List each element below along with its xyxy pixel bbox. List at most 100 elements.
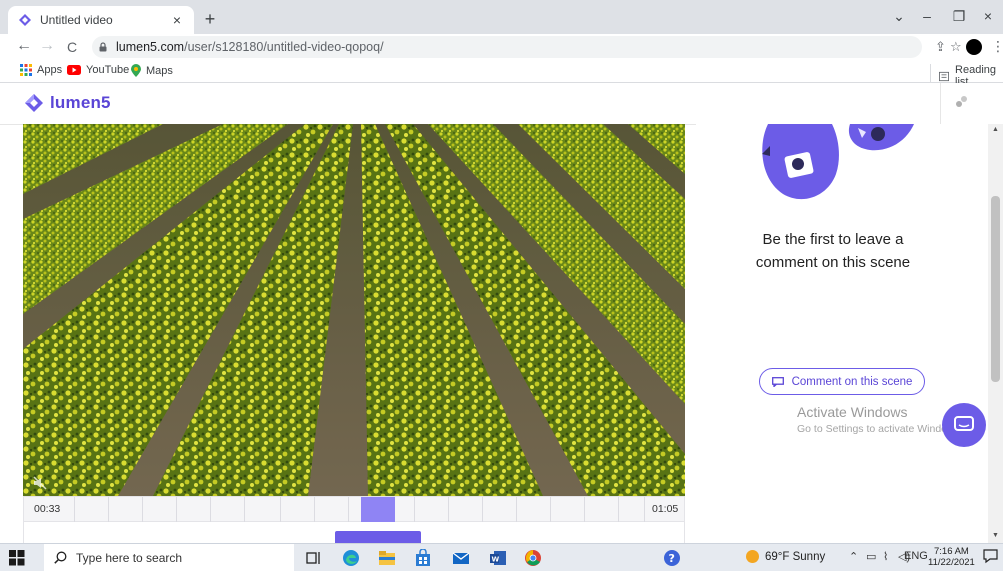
flower-field-image bbox=[23, 124, 685, 496]
clock-date: 11/22/2021 bbox=[928, 557, 975, 568]
minimize-button[interactable]: – bbox=[917, 8, 937, 24]
timeline-tick bbox=[280, 497, 281, 523]
forward-button[interactable]: → bbox=[37, 37, 57, 55]
search-icon bbox=[54, 551, 67, 564]
reading-list-icon bbox=[939, 71, 950, 81]
bookmark-apps[interactable]: Apps bbox=[20, 64, 62, 76]
restore-button[interactable]: ❐ bbox=[949, 8, 969, 25]
mute-icon[interactable] bbox=[33, 476, 47, 490]
timeline-tick bbox=[618, 497, 619, 523]
logo-wordmark: lumen5 bbox=[50, 93, 111, 112]
comment-bubbles-illustration bbox=[762, 124, 914, 200]
language-indicator[interactable]: ENG bbox=[904, 550, 928, 562]
header-divider bbox=[940, 83, 941, 124]
url-path: /user/s128180/untitled-video-qopoq/ bbox=[184, 40, 384, 54]
lock-icon bbox=[99, 42, 107, 52]
collaborators-icon[interactable] bbox=[954, 94, 970, 110]
maps-icon bbox=[131, 64, 141, 77]
apps-grid-icon bbox=[20, 64, 32, 76]
timeline-tick bbox=[142, 497, 143, 523]
timeline-current-scene[interactable] bbox=[361, 497, 395, 523]
timeline-scene-handle[interactable] bbox=[335, 531, 421, 543]
network-icon[interactable]: ⌇ bbox=[883, 550, 888, 563]
share-icon[interactable]: ⇪ bbox=[935, 39, 946, 55]
comment-icon bbox=[771, 376, 784, 387]
new-tab-button[interactable]: + bbox=[200, 9, 220, 30]
windows-taskbar: Type here to search W ? 69°F Sunny ⌃ ▭ ⌇… bbox=[0, 543, 1003, 571]
watermark-line2: Go to Settings to activate Windows. bbox=[797, 423, 963, 435]
reload-button[interactable]: C bbox=[62, 39, 82, 55]
browser-tab[interactable]: Untitled video × bbox=[8, 6, 194, 34]
empty-comments-line1: Be the first to leave a bbox=[762, 231, 904, 248]
scroll-up-arrow-icon[interactable]: ▲ bbox=[991, 126, 1000, 133]
bookmark-maps[interactable]: Maps bbox=[131, 64, 173, 77]
comment-on-scene-button[interactable]: Comment on this scene bbox=[759, 368, 925, 395]
windows-start-icon[interactable] bbox=[9, 550, 25, 566]
bookmark-star-icon[interactable]: ☆ bbox=[950, 39, 962, 55]
address-bar-row: ← → C lumen5.com/user/s128180/untitled-v… bbox=[0, 34, 1003, 60]
empty-comments-line2: comment on this scene bbox=[755, 254, 911, 271]
empty-comments-message: Be the first to leave a comment on this … bbox=[696, 228, 970, 274]
svg-text:W: W bbox=[492, 556, 500, 564]
back-button[interactable]: ← bbox=[14, 37, 34, 55]
browser-tab-strip: Untitled video × + ⌄ – ❐ × bbox=[0, 0, 1003, 34]
bookmark-label: YouTube bbox=[86, 64, 130, 76]
timeline-start-time: 00:33 bbox=[34, 503, 61, 515]
scene-timeline[interactable]: 00:33 01:05 bbox=[23, 496, 685, 523]
scroll-thumb[interactable] bbox=[991, 196, 1000, 382]
weather-widget[interactable]: 69°F Sunny bbox=[746, 550, 825, 563]
word-icon[interactable]: W bbox=[489, 549, 507, 567]
microsoft-store-icon[interactable] bbox=[414, 549, 432, 567]
lumen5-favicon-icon bbox=[19, 14, 31, 26]
timeline-tick bbox=[108, 497, 109, 523]
weather-text: 69°F Sunny bbox=[765, 550, 826, 563]
activate-windows-watermark: Activate Windows Go to Settings to activ… bbox=[797, 404, 963, 435]
taskbar-clock[interactable]: 7:16 AM 11/22/2021 bbox=[928, 546, 975, 568]
timeline-tick bbox=[414, 497, 415, 523]
mail-icon[interactable] bbox=[452, 549, 470, 567]
timeline-end-time: 01:05 bbox=[652, 503, 679, 515]
bookmarks-bar: Apps YouTube Maps Reading list bbox=[0, 60, 1003, 88]
show-hidden-icons-icon[interactable]: ⌃ bbox=[849, 550, 858, 563]
chat-support-button[interactable] bbox=[942, 403, 986, 447]
edge-browser-icon[interactable] bbox=[342, 549, 360, 567]
svg-text:?: ? bbox=[669, 552, 675, 565]
timeline-tick bbox=[584, 497, 585, 523]
weather-sun-icon bbox=[746, 550, 759, 563]
app-header: lumen5 bbox=[0, 83, 1003, 125]
search-placeholder: Type here to search bbox=[76, 550, 183, 565]
scroll-down-arrow-icon[interactable]: ▼ bbox=[991, 532, 1000, 539]
lumen5-logo-icon bbox=[25, 94, 43, 112]
timeline-tick bbox=[244, 497, 245, 523]
clock-time: 7:16 AM bbox=[933, 546, 969, 557]
lumen5-logo[interactable]: lumen5 bbox=[24, 93, 111, 113]
file-explorer-icon[interactable] bbox=[378, 549, 396, 567]
bookmark-label: Apps bbox=[37, 64, 63, 76]
video-preview[interactable] bbox=[23, 124, 685, 496]
chrome-icon[interactable] bbox=[524, 549, 542, 567]
help-icon[interactable]: ? bbox=[663, 549, 681, 567]
bookmark-youtube[interactable]: YouTube bbox=[67, 64, 129, 76]
youtube-icon bbox=[67, 65, 81, 75]
timeline-tick bbox=[550, 497, 551, 523]
taskbar-search-box[interactable]: Type here to search bbox=[44, 544, 294, 571]
comments-panel: Be the first to leave a comment on this … bbox=[696, 124, 988, 543]
timeline-tick bbox=[448, 497, 449, 523]
tab-search-dropdown-icon[interactable]: ⌄ bbox=[889, 8, 909, 25]
timeline-tick bbox=[348, 497, 349, 523]
page-scrollbar[interactable]: ▲ ▼ bbox=[988, 124, 1003, 543]
tab-close-icon[interactable]: × bbox=[168, 12, 186, 28]
notifications-icon[interactable] bbox=[983, 549, 998, 564]
url-omnibox[interactable]: lumen5.com/user/s128180/untitled-video-q… bbox=[92, 36, 922, 58]
browser-menu-icon[interactable]: ⋮ bbox=[991, 38, 1003, 55]
chat-icon bbox=[954, 416, 974, 431]
url-text: lumen5.com/user/s128180/untitled-video-q… bbox=[116, 40, 384, 54]
timeline-tick bbox=[516, 497, 517, 523]
window-close-button[interactable]: × bbox=[978, 8, 998, 24]
timeline-tick bbox=[482, 497, 483, 523]
timeline-tick bbox=[210, 497, 211, 523]
profile-avatar[interactable] bbox=[966, 39, 982, 55]
battery-icon[interactable]: ▭ bbox=[866, 550, 876, 563]
task-view-icon[interactable] bbox=[305, 549, 323, 567]
comment-button-label: Comment on this scene bbox=[791, 375, 913, 388]
